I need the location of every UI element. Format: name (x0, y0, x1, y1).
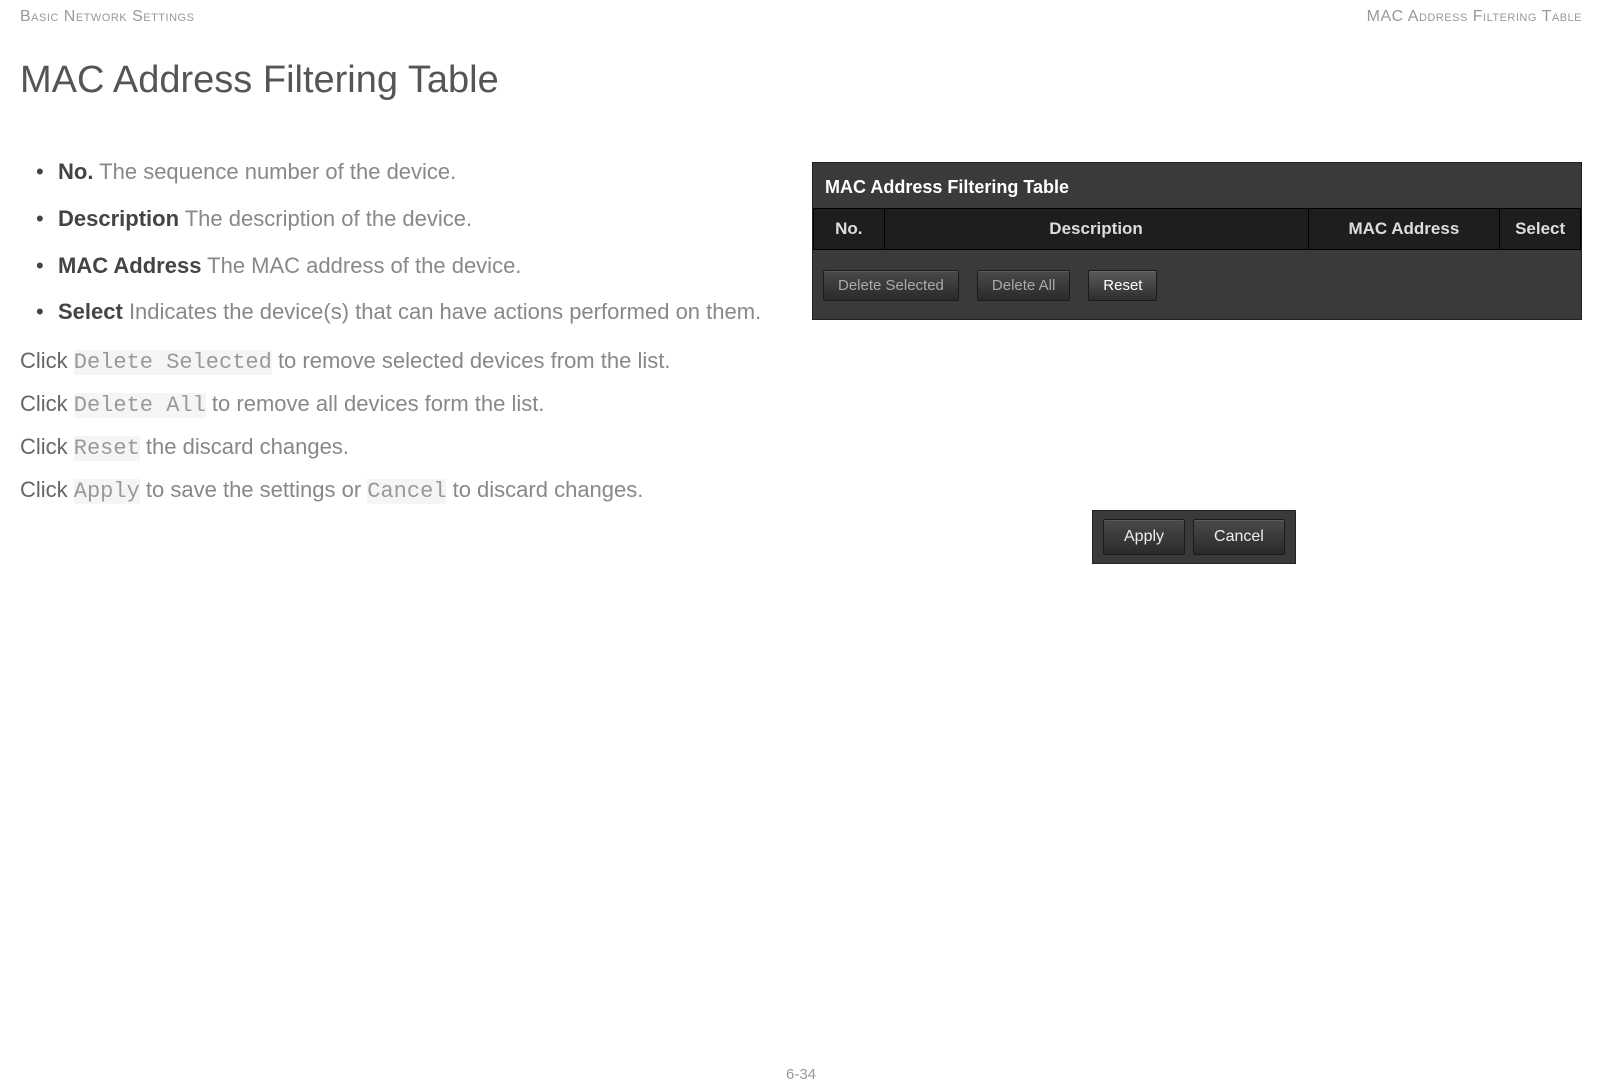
apply-button[interactable]: Apply (1103, 519, 1185, 555)
delete-selected-button[interactable]: Delete Selected (823, 270, 959, 301)
term-description: Description (58, 206, 179, 231)
instruction-reset: Click Reset the discard changes. (20, 432, 772, 465)
definition-list: No. The sequence number of the device. D… (20, 157, 772, 328)
reset-button[interactable]: Reset (1088, 270, 1157, 301)
instruction-delete-selected: Click Delete Selected to remove selected… (20, 346, 772, 379)
cancel-button[interactable]: Cancel (1193, 519, 1285, 555)
widget-title: MAC Address Filtering Table (813, 163, 1581, 208)
running-header: Basic Network Settings MAC Address Filte… (20, 0, 1582, 44)
list-item: Description The description of the devic… (20, 204, 772, 235)
term-mac: MAC Address (58, 253, 201, 278)
page-title: MAC Address Filtering Table (20, 59, 1582, 102)
term-no: No. (58, 159, 93, 184)
col-mac-address: MAC Address (1308, 209, 1500, 250)
header-right: MAC Address Filtering Table (1367, 8, 1582, 26)
col-select: Select (1500, 209, 1581, 250)
list-item: MAC Address The MAC address of the devic… (20, 251, 772, 282)
instruction-delete-all: Click Delete All to remove all devices f… (20, 389, 772, 422)
desc-select: Indicates the device(s) that can have ac… (123, 299, 761, 324)
term-select: Select (58, 299, 123, 324)
instruction-apply-cancel: Click Apply to save the settings or Canc… (20, 475, 772, 508)
list-item: Select Indicates the device(s) that can … (20, 297, 772, 328)
desc-mac: The MAC address of the device. (201, 253, 521, 278)
col-description: Description (884, 209, 1308, 250)
mac-filter-table-widget: MAC Address Filtering Table No. Descript… (812, 162, 1582, 320)
mac-filter-table: No. Description MAC Address Select (813, 208, 1581, 250)
page-number: 6-34 (0, 1066, 1602, 1083)
delete-all-button[interactable]: Delete All (977, 270, 1070, 301)
list-item: No. The sequence number of the device. (20, 157, 772, 188)
desc-description: The description of the device. (179, 206, 472, 231)
desc-no: The sequence number of the device. (93, 159, 456, 184)
apply-cancel-widget: Apply Cancel (1092, 510, 1296, 564)
header-left: Basic Network Settings (20, 8, 194, 26)
col-no: No. (814, 209, 885, 250)
